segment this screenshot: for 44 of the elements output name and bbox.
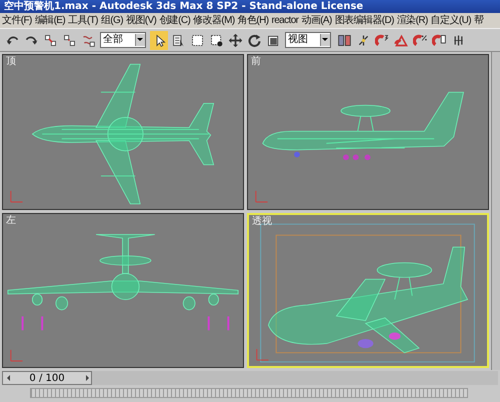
viewport[interactable]: 左: [2, 212, 244, 368]
toolbar-button[interactable]: [150, 30, 168, 50]
mirror-icon: [336, 32, 352, 48]
viewport[interactable]: 前: [247, 54, 489, 210]
percent-snap-icon: [412, 32, 428, 48]
axis-tripod-icon: [256, 348, 269, 360]
spinner-snap-icon: [432, 32, 446, 48]
menu-item[interactable]: 自定义(U): [430, 14, 472, 26]
angle-snap-icon: [394, 32, 408, 48]
viewport[interactable]: 透视: [247, 212, 489, 368]
menu-item[interactable]: 视图(V): [126, 14, 156, 26]
window-crossing-icon: [208, 32, 224, 48]
magnet-snap-icon: [374, 32, 390, 48]
select-list-icon: [170, 32, 186, 48]
dropdown-field[interactable]: 全部: [100, 32, 146, 48]
menu-item[interactable]: 创建(C): [159, 14, 190, 26]
menu-item[interactable]: 角色(H): [238, 14, 268, 26]
menu-item[interactable]: 文件(F): [2, 14, 32, 26]
time-slider-handle[interactable]: 0 / 100: [2, 371, 92, 385]
viewport[interactable]: 顶: [2, 54, 244, 210]
axis-tripod-icon: [10, 190, 24, 202]
axis-tripod-icon: [10, 348, 24, 361]
viewport-label[interactable]: 前: [251, 56, 261, 67]
rectangle-select-icon: [190, 32, 204, 48]
right-arrow-icon[interactable]: [83, 373, 91, 383]
viewport-label[interactable]: 顶: [6, 56, 16, 67]
window-title: 空中预警机1.max - Autodesk 3ds Max 8 SP2 - Stand-alone License: [4, 0, 364, 12]
dropdown-field[interactable]: 视图: [285, 32, 331, 48]
menu-item[interactable]: 编辑(E): [34, 14, 66, 26]
unlink-icon: [62, 32, 76, 48]
axis-tripod-icon: [255, 190, 268, 202]
viewport-label[interactable]: 左: [6, 214, 16, 226]
menu-item[interactable]: 组(G): [100, 14, 123, 26]
menu-item[interactable]: 动画(A): [301, 14, 332, 26]
rotate-icon: [246, 32, 262, 48]
move-icon: [228, 32, 242, 48]
menu-item[interactable]: 工具(T): [68, 14, 98, 26]
menu-item[interactable]: 修改器(M): [193, 14, 235, 26]
menu-item[interactable]: 渲染(R): [396, 14, 428, 26]
link-icon: [42, 32, 58, 48]
menu-item[interactable]: 图表编辑器(D): [334, 14, 394, 26]
viewport-label[interactable]: 透视: [252, 216, 272, 226]
menu-item[interactable]: reactor: [271, 14, 298, 26]
menu-item[interactable]: 帮: [474, 14, 484, 26]
